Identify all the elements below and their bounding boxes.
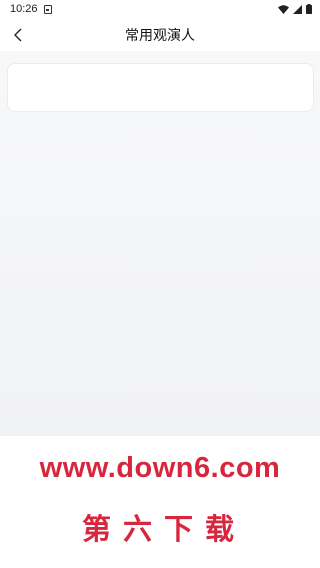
status-bar: 10:26 xyxy=(0,0,320,18)
chevron-left-icon xyxy=(14,28,22,41)
nav-bar: 常用观演人 xyxy=(0,18,320,51)
status-left: 10:26 xyxy=(10,3,52,15)
signal-icon xyxy=(293,4,302,14)
audience-card[interactable] xyxy=(7,63,314,112)
main-content xyxy=(0,51,320,436)
watermark-url: www.down6.com xyxy=(39,452,281,484)
watermark-name: 第六下载 xyxy=(81,512,246,546)
sim-icon xyxy=(43,4,52,14)
back-button[interactable] xyxy=(4,18,32,51)
status-right xyxy=(278,4,312,14)
watermark-banner: www.down6.com 第六下载 xyxy=(0,436,320,568)
battery-icon xyxy=(306,4,312,14)
status-time: 10:26 xyxy=(10,3,38,15)
wifi-icon xyxy=(278,4,289,14)
page-title: 常用观演人 xyxy=(125,27,195,44)
